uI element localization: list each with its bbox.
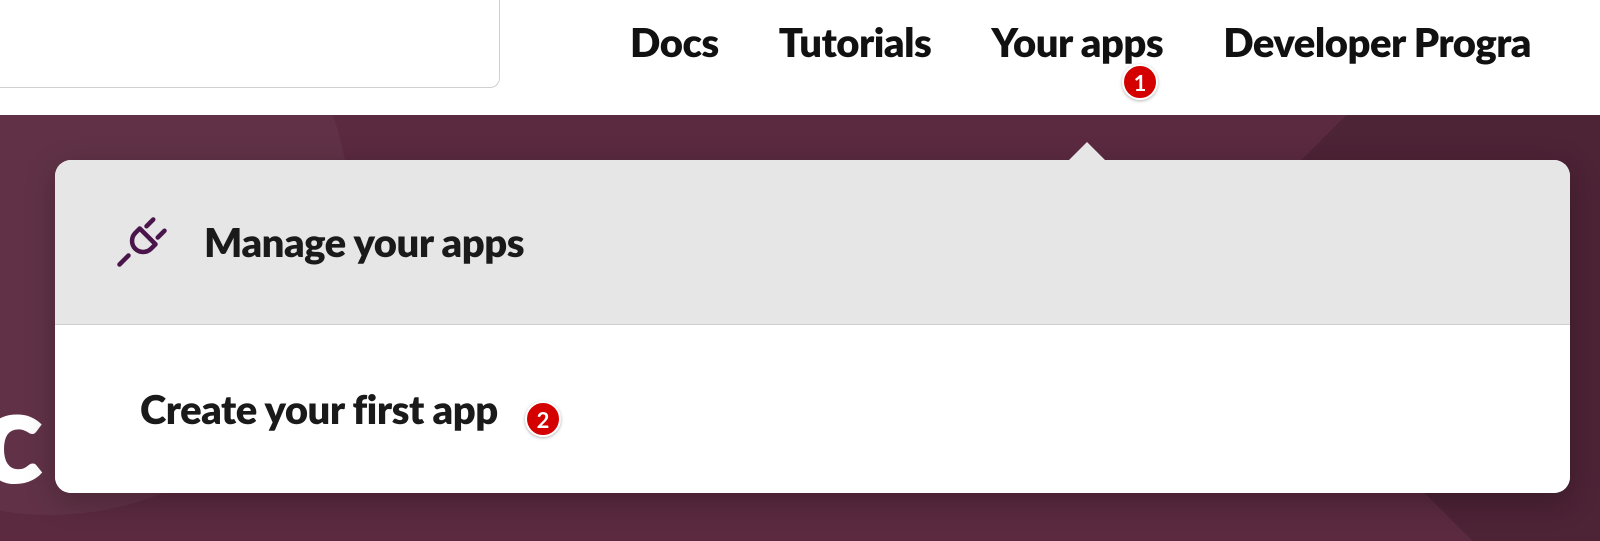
- dropdown-item-create-app[interactable]: Create your first app: [55, 325, 1570, 493]
- top-bar: Docs Tutorials Your apps Developer Progr…: [0, 0, 1600, 115]
- hero-line-1: c: [0, 365, 45, 502]
- search-box[interactable]: [0, 0, 500, 88]
- plug-icon: [115, 215, 169, 269]
- hero-text: c a: [0, 365, 45, 541]
- annotation-badge-1: 1: [1122, 64, 1158, 100]
- main-nav: Docs Tutorials Your apps Developer Progr…: [630, 18, 1531, 66]
- dropdown-item-manage-apps[interactable]: Manage your apps: [55, 160, 1570, 325]
- dropdown-arrow-icon: [1065, 142, 1109, 164]
- annotation-badge-2: 2: [525, 401, 561, 437]
- create-app-label: Create your first app: [140, 385, 498, 433]
- nav-tutorials[interactable]: Tutorials: [779, 18, 932, 66]
- nav-developer-program[interactable]: Developer Progra: [1223, 18, 1531, 66]
- nav-docs[interactable]: Docs: [630, 18, 719, 66]
- manage-apps-label: Manage your apps: [204, 218, 524, 266]
- hero-line-2: a: [0, 502, 45, 541]
- your-apps-dropdown: Manage your apps Create your first app: [55, 160, 1570, 493]
- nav-your-apps[interactable]: Your apps: [991, 18, 1163, 66]
